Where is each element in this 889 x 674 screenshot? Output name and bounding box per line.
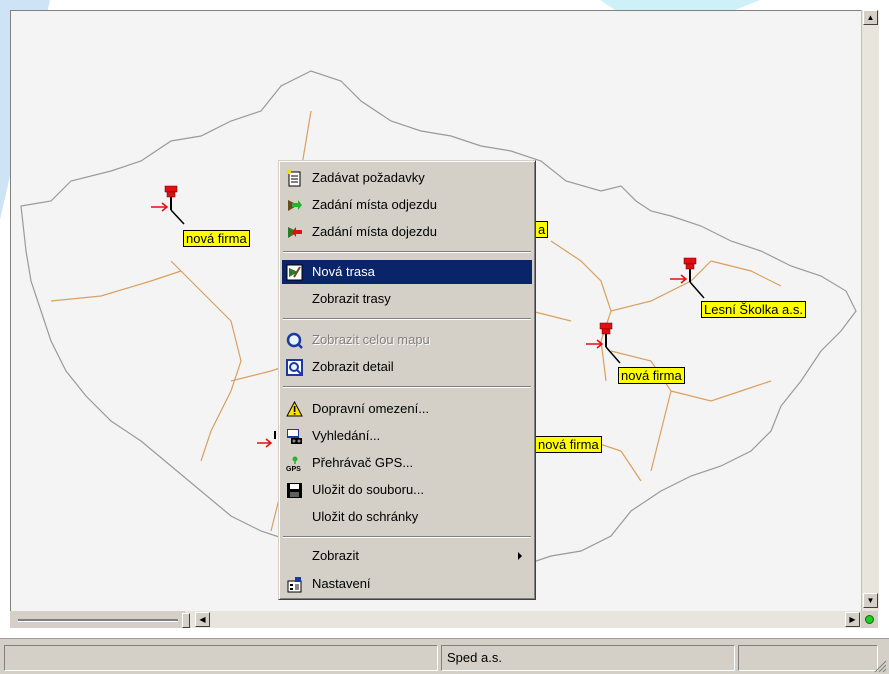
menu-item-label: Nastavení <box>312 576 371 591</box>
scroll-down-button[interactable]: ▼ <box>863 593 878 608</box>
zoom-slider-thumb[interactable] <box>182 613 190 628</box>
scroll-right-button[interactable]: ▶ <box>845 612 860 627</box>
menu-separator <box>283 318 531 320</box>
pin-2 <box>670 257 705 299</box>
menu-item-label: Zadání místa dojezdu <box>312 224 438 239</box>
marker-label[interactable]: nová firma <box>183 230 250 247</box>
menu-item-zobrazit-detail[interactable]: Zobrazit detail <box>282 355 532 379</box>
menu-separator <box>283 536 531 538</box>
status-panel-left <box>4 645 438 671</box>
context-menu: Zadávat požadavky Zadání místa odjezdu Z… <box>278 160 536 600</box>
menu-item-label: Zadání místa odjezdu <box>312 197 438 212</box>
marker-label[interactable]: nová firma <box>618 367 685 384</box>
resize-grip-icon[interactable] <box>873 659 887 673</box>
pin-4 <box>257 431 276 448</box>
settings-icon <box>287 577 302 593</box>
marker-label[interactable]: a <box>535 221 549 238</box>
menu-item-label: Uložit do souboru... <box>312 482 425 497</box>
menu-item-label: Zobrazit celou mapu <box>312 332 430 347</box>
menu-item-label: Zobrazit trasy <box>312 291 391 306</box>
menu-item-label: Nová trasa <box>312 264 375 279</box>
menu-item-label: Uložit do schránky <box>312 509 419 524</box>
pin-1 <box>151 185 185 225</box>
floppy-disk-icon <box>287 483 302 498</box>
menu-item-label: Zobrazit <box>312 548 359 563</box>
menu-item-zobrazit-trasy[interactable]: Zobrazit trasy <box>282 287 532 311</box>
menu-item-zadani-mista-odjezdu[interactable]: Zadání místa odjezdu <box>282 193 532 217</box>
menu-item-nastaveni[interactable]: Nastavení <box>282 572 532 596</box>
menu-item-zadani-mista-dojezdu[interactable]: Zadání místa dojezdu <box>282 220 532 244</box>
search-binoculars-icon <box>287 429 302 444</box>
magnifier-detail-icon <box>286 359 303 376</box>
menu-item-label: Dopravní omezení... <box>312 401 430 416</box>
marker-label[interactable]: nová firma <box>535 436 602 453</box>
green-arrow-out-icon <box>288 200 302 211</box>
zoom-slider-track <box>18 619 178 622</box>
vertical-scrollbar[interactable]: ▲ ▼ <box>861 10 879 611</box>
menu-item-label: Zobrazit detail <box>312 359 394 374</box>
status-panel-company: Sped a.s. <box>441 645 735 671</box>
magnifier-icon <box>286 332 303 349</box>
status-bar: Sped a.s. <box>0 638 889 674</box>
menu-item-nova-trasa[interactable]: Nová trasa <box>282 260 532 284</box>
menu-item-vyhledani[interactable]: Vyhledání... <box>282 424 532 448</box>
warning-icon <box>286 401 303 417</box>
svg-text:GPS: GPS <box>286 466 301 472</box>
status-corner <box>861 611 878 628</box>
connection-status-icon <box>865 615 874 624</box>
menu-item-zobrazit-submenu[interactable]: Zobrazit <box>282 544 532 568</box>
menu-item-ulozit-do-schranky[interactable]: Uložit do schránky <box>282 505 532 529</box>
menu-item-prehravac-gps[interactable]: GPS Přehrávač GPS... <box>282 451 532 475</box>
red-arrow-in-icon <box>288 227 302 238</box>
scroll-up-button[interactable]: ▲ <box>863 10 878 25</box>
menu-item-zobrazit-celou-mapu: Zobrazit celou mapu <box>282 328 532 352</box>
marker-label[interactable]: Lesní Školka a.s. <box>701 301 806 318</box>
submenu-arrow-icon <box>518 552 522 560</box>
menu-separator <box>283 386 531 388</box>
menu-item-ulozit-do-souboru[interactable]: Uložit do souboru... <box>282 478 532 502</box>
document-icon <box>287 170 301 187</box>
menu-item-label: Přehrávač GPS... <box>312 455 414 470</box>
menu-item-label: Zadávat požadavky <box>312 170 425 185</box>
menu-item-zadavat-pozadavky[interactable]: Zadávat požadavky <box>282 166 532 190</box>
scroll-left-button[interactable]: ◀ <box>195 612 210 627</box>
new-route-icon <box>286 264 303 281</box>
gps-icon: GPS <box>286 456 301 472</box>
menu-item-label: Vyhledání... <box>312 428 381 443</box>
status-panel-right <box>738 645 878 671</box>
zoom-slider[interactable] <box>10 611 190 628</box>
menu-separator <box>283 251 531 253</box>
menu-item-dopravni-omezeni[interactable]: Dopravní omezení... <box>282 397 532 421</box>
